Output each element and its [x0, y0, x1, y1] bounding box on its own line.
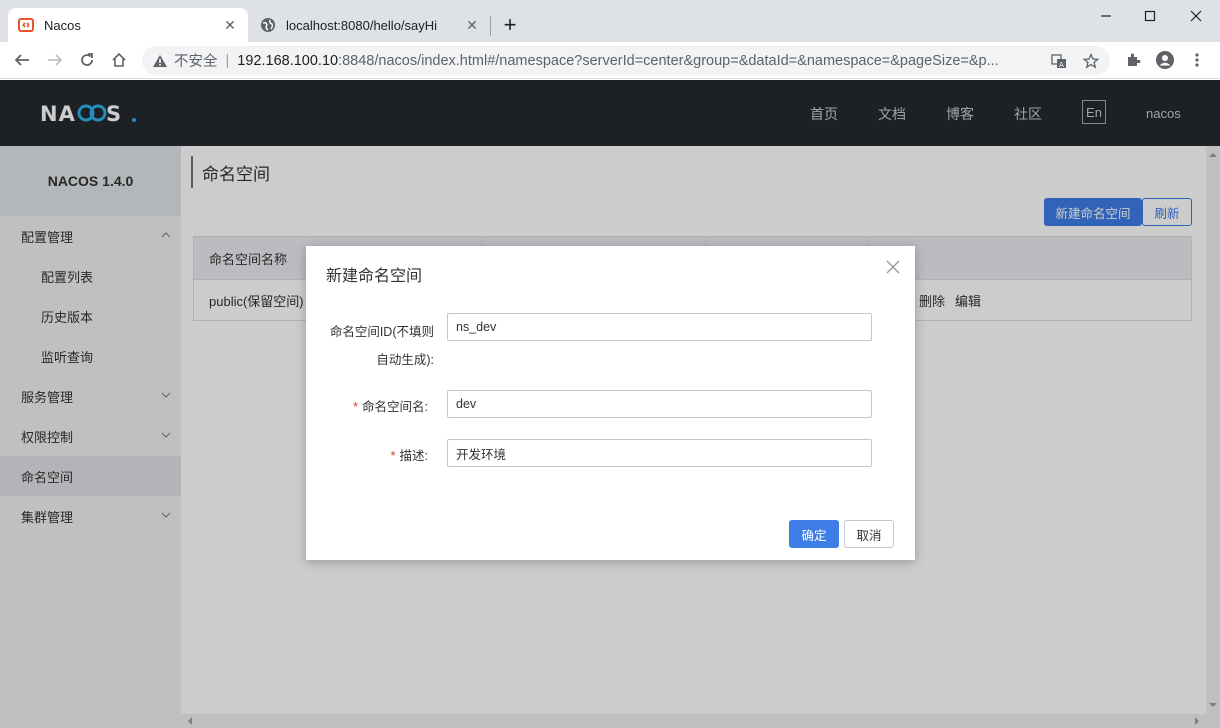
nacos-favicon-icon [18, 17, 34, 33]
forward-icon[interactable] [41, 46, 69, 74]
tab-close-icon[interactable]: ✕ [222, 17, 238, 33]
dialog-title: 新建命名空间 [326, 268, 423, 285]
required-mark: * [353, 400, 359, 414]
description-input[interactable]: 开发环境 [447, 439, 872, 467]
back-icon[interactable] [8, 46, 36, 74]
translate-icon[interactable]: A [1050, 52, 1068, 70]
home-icon[interactable] [105, 46, 133, 74]
warning-icon [152, 54, 168, 68]
window-close-icon[interactable] [1173, 0, 1219, 32]
address-path: :8848/nacos/index.html#/namespace?server… [338, 52, 999, 69]
confirm-button[interactable]: 确定 [789, 520, 839, 548]
browser-toolbar: 不安全 | 192.168.100.10 :8848/nacos/index.h… [0, 42, 1220, 79]
namespace-name-label: * 命名空间名: [326, 396, 428, 415]
namespace-name-input[interactable]: dev [447, 390, 872, 418]
browser-tab-bar: Nacos ✕ localhost:8080/hello/sayHi ✕ + [0, 0, 1220, 42]
tab-localhost[interactable]: localhost:8080/hello/sayHi ✕ [250, 8, 490, 42]
new-tab-icon[interactable]: + [498, 12, 522, 37]
namespace-id-label: 命名空间ID(不填则 自动生成): [326, 318, 434, 374]
namespace-name-label-text: 命名空间名: [362, 400, 428, 414]
address-host: 192.168.100.10 [237, 52, 339, 69]
namespace-id-label-line2: 自动生成): [376, 353, 434, 367]
insecure-label: 不安全 [174, 54, 218, 70]
new-namespace-dialog: 新建命名空间 命名空间ID(不填则 自动生成): ns_dev * 命名空间名: … [306, 246, 915, 560]
minimize-icon[interactable] [1083, 0, 1129, 32]
cancel-button[interactable]: 取消 [844, 520, 894, 548]
maximize-icon[interactable] [1127, 0, 1173, 32]
close-icon[interactable] [884, 258, 902, 276]
description-label: * 描述: [326, 445, 428, 464]
reload-icon[interactable] [73, 46, 101, 74]
namespace-id-label-line1: 命名空间ID(不填则 [329, 325, 434, 339]
tab-title: localhost:8080/hello/sayHi [286, 17, 438, 33]
tab-title: Nacos [44, 17, 81, 33]
description-label-text: 描述: [399, 449, 428, 463]
menu-icon[interactable] [1183, 46, 1211, 74]
address-divider: | [225, 52, 230, 69]
svg-text:A: A [1059, 61, 1064, 69]
tab-separator [490, 16, 491, 36]
tab-close-icon[interactable]: ✕ [464, 17, 480, 33]
extensions-icon[interactable] [1119, 46, 1147, 74]
globe-icon [260, 17, 276, 33]
bookmark-star-icon[interactable] [1082, 52, 1100, 70]
profile-icon[interactable] [1151, 46, 1179, 74]
tab-nacos[interactable]: Nacos ✕ [8, 8, 248, 42]
address-bar[interactable]: 不安全 | 192.168.100.10 :8848/nacos/index.h… [142, 46, 1110, 75]
required-mark: * [390, 449, 396, 463]
namespace-id-input[interactable]: ns_dev [447, 313, 872, 341]
